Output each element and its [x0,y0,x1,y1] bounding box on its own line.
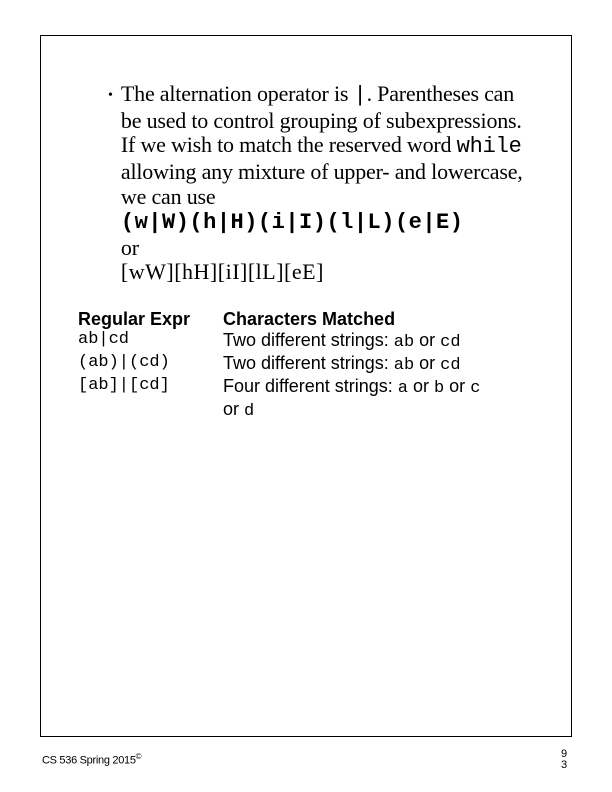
footer-course: CS 536 Spring 2015 [42,755,136,767]
examples-table: Regular ExprCharacters Matched ab|cdTwo … [78,309,534,422]
txt: Two different strings: [223,353,394,373]
txt: or [414,353,440,373]
code: cd [440,333,460,352]
text-span: If we wish to match the reserved word [121,132,457,157]
code: cd [440,356,460,375]
regex-cell: (ab)|(cd) [78,353,223,373]
txt: or [408,376,434,396]
page-digit: 9 [561,748,567,760]
table-row: [ab]|[cd]Four different strings: a or b … [78,376,534,422]
txt: or [414,330,440,350]
bullet-item: • The alternation operator is |. Parenth… [108,82,534,285]
code-while: while [457,134,522,159]
code: ab [394,356,414,375]
match-cell: Two different strings: ab or cd [223,330,483,353]
code: b [434,379,444,398]
txt: or [223,399,244,419]
footer-left: CS 536 Spring 2015© [42,752,141,767]
paragraph-text: The alternation operator is |. Parenthes… [121,82,534,285]
copyright-icon: © [136,752,142,761]
txt: Two different strings: [223,330,394,350]
regex-cell: [ab]|[cd] [78,376,223,396]
code: a [398,379,408,398]
footer-page-number: 93 [561,749,568,772]
text-span: The alternation operator is [121,81,354,106]
regex-pattern-2: [wW][hH][iI][lL][eE] [121,259,324,284]
col-header-regex: Regular Expr [78,309,223,330]
code: c [470,379,480,398]
txt: or [444,376,470,396]
code: d [244,402,254,421]
code: ab [394,333,414,352]
match-cell: Two different strings: ab or cd [223,353,483,376]
regex-pattern-1: (w|W)(h|H)(i|I)(l|L)(e|E) [121,210,464,235]
table-row: (ab)|(cd)Two different strings: ab or cd [78,353,534,376]
bullet-marker: • [108,84,113,108]
match-cell: Four different strings: a or b or c or d [223,376,483,422]
main-content: • The alternation operator is |. Parenth… [108,82,534,422]
table-header-row: Regular ExprCharacters Matched [78,309,534,330]
text-or: or [121,235,139,260]
regex-cell: ab|cd [78,330,223,350]
table-row: ab|cdTwo different strings: ab or cd [78,330,534,353]
txt: Four different strings: [223,376,398,396]
page-digit: 3 [561,759,567,771]
text-span: allowing any mixture of upper- and lower… [121,159,523,209]
col-header-matched: Characters Matched [223,309,483,330]
code-pipe: | [354,83,367,108]
